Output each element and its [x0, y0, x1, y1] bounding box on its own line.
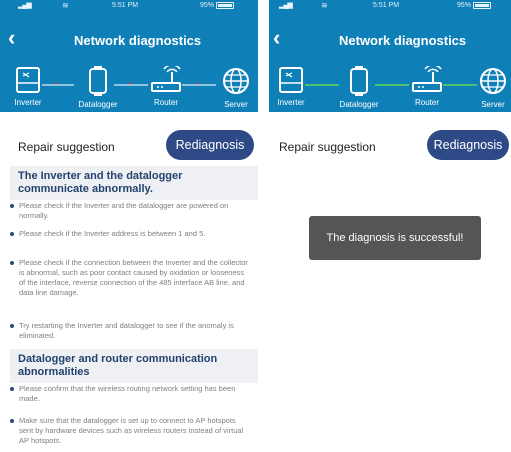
device-inverter: Inverter: [8, 66, 48, 107]
wifi-icon: ≋: [321, 1, 328, 10]
bullet-icon: [10, 387, 14, 391]
device-label-server: Server: [481, 100, 505, 109]
battery-icon: [216, 2, 235, 9]
section-title-datalogger-router: Datalogger and router communication abno…: [10, 349, 258, 383]
device-label-datalogger: Datalogger: [78, 100, 118, 109]
section-title-inverter-datalogger: The Inverter and the datalogger communic…: [10, 166, 258, 200]
toast-message: The diagnosis is successful!: [309, 216, 481, 260]
status-bar: ▂▄▆ ≋ 5:51 PM 95%: [269, 0, 511, 12]
battery-icon: [473, 2, 492, 9]
device-label-inverter: Inverter: [277, 98, 305, 107]
link-error-mark: -: [196, 78, 200, 89]
device-server: Server: [216, 66, 256, 109]
device-datalogger: Datalogger: [339, 66, 379, 109]
list-item: Please check if the Inverter and the dat…: [10, 201, 251, 221]
list-item: Make sure that the datalogger is set up …: [10, 416, 251, 446]
battery-indicator: 95%: [200, 2, 235, 9]
header-bar: ▂▄▆ ≋ 5:51 PM 95% ‹ Network diagnostics …: [0, 0, 258, 112]
device-label-router: Router: [153, 98, 178, 107]
device-label-server: Server: [224, 100, 248, 109]
tip-text: Please check if the Inverter and the dat…: [19, 201, 229, 220]
router-icon: [151, 66, 181, 92]
rediagnosis-button[interactable]: Rediagnosis: [427, 130, 509, 160]
inverter-icon: [279, 67, 303, 93]
link-router-server: [443, 84, 477, 86]
repair-suggestion-label: Repair suggestion: [18, 140, 115, 154]
bullet-icon: [10, 419, 14, 423]
bullet-icon: [10, 232, 14, 236]
bullet-icon: [10, 261, 14, 265]
globe-icon: [480, 68, 506, 94]
globe-icon: [223, 68, 249, 94]
bullet-icon: [10, 324, 14, 328]
tip-text: Please check if the connection between t…: [19, 258, 248, 297]
header-bar: ▂▄▆ ≋ 5:51 PM 95% ‹ Network diagnostics …: [269, 0, 511, 112]
diagnostics-screen-success: ▂▄▆ ≋ 5:51 PM 95% ‹ Network diagnostics …: [269, 0, 511, 452]
signal-icon: ▂▄▆: [279, 2, 293, 9]
tip-text: Make sure that the datalogger is set up …: [19, 416, 244, 445]
link-datalogger-router: [375, 84, 409, 86]
page-title: Network diagnostics: [339, 33, 467, 48]
signal-icon: ▂▄▆: [18, 2, 32, 9]
device-server: Server: [473, 66, 511, 109]
device-datalogger: Datalogger: [78, 66, 118, 109]
battery-percent: 95%: [457, 2, 472, 9]
back-button[interactable]: ‹: [273, 27, 295, 50]
link-error-mark: -: [128, 78, 132, 89]
list-item: Please check if the connection between t…: [10, 258, 251, 298]
router-icon: [412, 66, 442, 92]
device-router: Router: [146, 66, 186, 107]
wifi-icon: ≋: [62, 1, 69, 10]
back-button[interactable]: ‹: [8, 27, 30, 50]
list-item: Try restarting the Inverter and datalogg…: [10, 321, 251, 341]
inverter-icon: [16, 67, 40, 93]
tip-text: Please confirm that the wireless routing…: [19, 384, 236, 403]
list-item: Please check if the Inverter address is …: [10, 229, 251, 239]
tip-text: Try restarting the Inverter and datalogg…: [19, 321, 234, 340]
battery-indicator: 95%: [457, 2, 492, 9]
status-bar: ▂▄▆ ≋ 5:51 PM 95%: [0, 0, 258, 12]
status-time: 5:51 PM: [373, 2, 400, 9]
repair-suggestion-label: Repair suggestion: [279, 140, 376, 154]
list-item: Please confirm that the wireless routing…: [10, 384, 251, 404]
device-label-inverter: Inverter: [14, 98, 42, 107]
link-error-mark: -: [55, 78, 59, 89]
diagnostics-screen-failed: ▂▄▆ ≋ 5:51 PM 95% ‹ Network diagnostics …: [0, 0, 258, 452]
device-label-datalogger: Datalogger: [339, 100, 379, 109]
tip-text: Please check if the Inverter address is …: [19, 229, 206, 238]
datalogger-icon: [350, 66, 368, 96]
bullet-icon: [10, 204, 14, 208]
page-title: Network diagnostics: [74, 33, 202, 48]
device-inverter: Inverter: [271, 66, 311, 107]
link-inverter-datalogger: [305, 84, 339, 86]
device-label-router: Router: [414, 98, 439, 107]
datalogger-icon: [89, 66, 107, 96]
rediagnosis-button[interactable]: Rediagnosis: [166, 130, 254, 160]
status-time: 5:51 PM: [112, 2, 139, 9]
battery-percent: 95%: [200, 2, 215, 9]
device-router: Router: [407, 66, 447, 107]
